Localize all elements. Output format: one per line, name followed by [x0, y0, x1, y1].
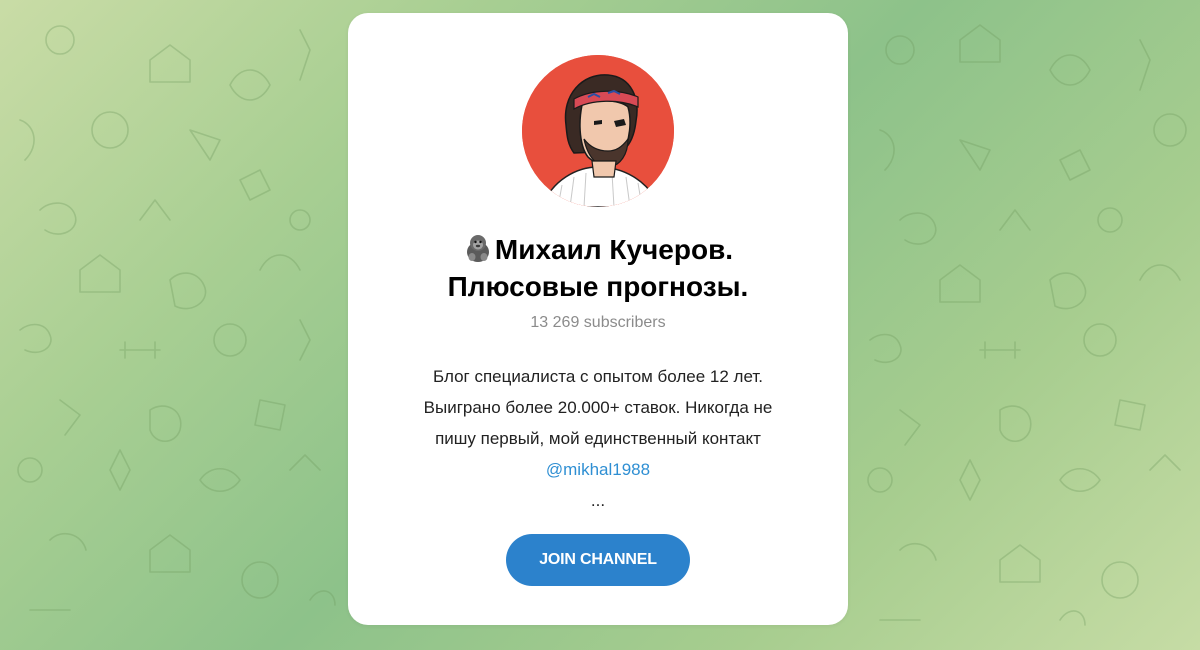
channel-title-line1: Михаил Кучеров.	[494, 234, 734, 265]
join-channel-button[interactable]: JOIN CHANNEL	[506, 534, 690, 586]
channel-title: Михаил Кучеров. Плюсовые прогнозы.	[368, 231, 828, 305]
channel-avatar	[522, 55, 674, 207]
description-ellipsis: ...	[590, 491, 606, 510]
description-line-3: пишу первый, мой единственный контакт	[435, 429, 761, 448]
description-line-2: Выиграно более 20.000+ ставок. Никогда н…	[423, 398, 773, 417]
gorilla-icon	[466, 235, 489, 262]
channel-title-line2: Плюсовые прогнозы.	[447, 271, 749, 302]
channel-description: Блог специалиста с опытом более 12 лет. …	[378, 361, 818, 516]
player-portrait-icon	[522, 55, 674, 207]
channel-card: Михаил Кучеров. Плюсовые прогнозы. 13 26…	[348, 13, 848, 625]
contact-link[interactable]: @mikhal1988	[546, 460, 650, 479]
subscriber-count: 13 269 subscribers	[530, 314, 666, 331]
description-line-1: Блог специалиста с опытом более 12 лет.	[433, 367, 763, 386]
